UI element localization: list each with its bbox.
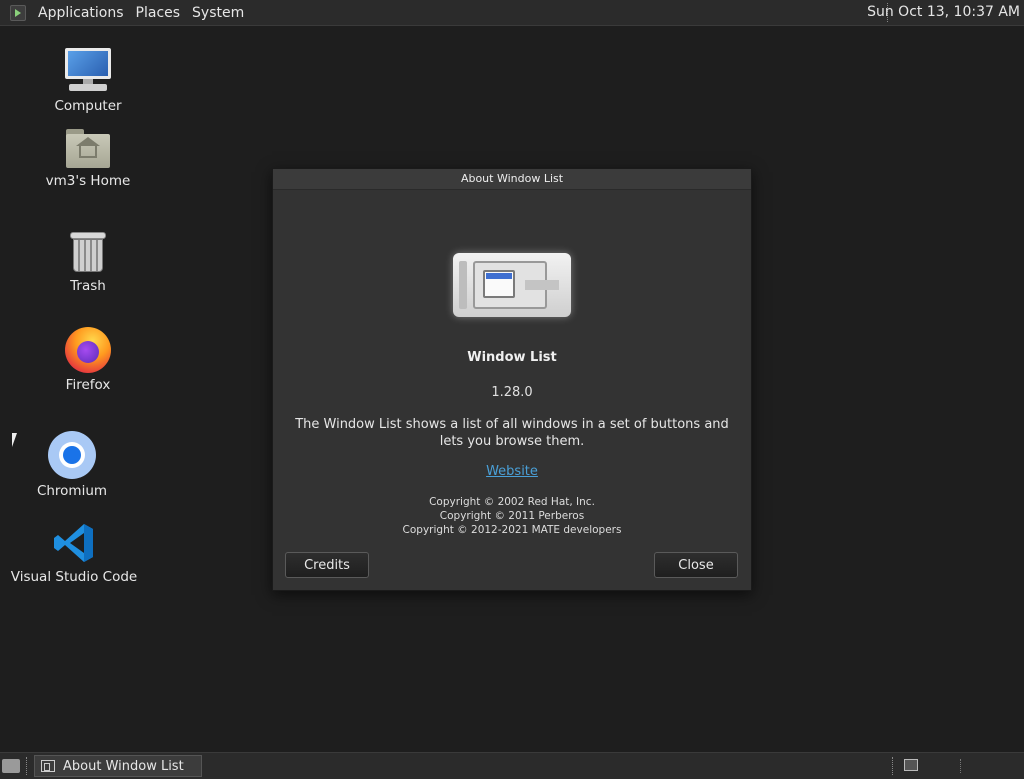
dialog-title[interactable]: About Window List — [273, 169, 751, 190]
program-name: Window List — [467, 350, 557, 365]
desktop-icon-label: Computer — [54, 98, 122, 114]
workspace-switcher[interactable] — [904, 759, 918, 771]
program-description: The Window List shows a list of all wind… — [295, 417, 729, 449]
show-desktop-icon[interactable] — [2, 759, 20, 773]
applications-menu[interactable]: Applications — [32, 5, 130, 21]
desktop-icon-label: Firefox — [65, 377, 111, 393]
desktop-icon-label: Trash — [70, 278, 106, 294]
computer-icon — [63, 46, 113, 94]
panel-separator — [26, 757, 27, 775]
home-folder-icon — [66, 129, 110, 169]
copyright-line: Copyright © 2002 Red Hat, Inc. — [429, 496, 595, 508]
desktop-icon-label: Visual Studio Code — [10, 569, 138, 585]
firefox-icon — [65, 327, 111, 373]
credits-button[interactable]: Credits — [285, 552, 369, 578]
desktop-icon-trash[interactable]: Trash — [58, 230, 118, 294]
window-list-icon — [41, 760, 55, 772]
panel-separator — [960, 759, 961, 773]
chromium-icon — [48, 431, 96, 479]
bottom-panel: About Window List — [0, 752, 1024, 779]
mouse-cursor-icon — [12, 433, 22, 447]
desktop-icon-home[interactable]: vm3's Home — [44, 129, 132, 189]
trash-icon — [70, 230, 106, 274]
taskbar-item-label: About Window List — [63, 758, 184, 774]
desktop-icon-label: vm3's Home — [45, 173, 131, 189]
desktop-icon-firefox[interactable]: Firefox — [58, 327, 118, 393]
panel-separator — [892, 757, 893, 775]
system-menu[interactable]: System — [186, 5, 250, 21]
copyright-block: Copyright © 2002 Red Hat, Inc. Copyright… — [273, 495, 751, 537]
vscode-icon — [52, 521, 96, 565]
website-link[interactable]: Website — [273, 464, 751, 479]
copyright-line: Copyright © 2012-2021 MATE developers — [402, 524, 622, 536]
copyright-line: Copyright © 2011 Perberos — [439, 510, 585, 522]
close-button[interactable]: Close — [654, 552, 738, 578]
desktop-icon-chromium[interactable]: Chromium — [34, 431, 110, 499]
clock[interactable]: Sun Oct 13, 10:37 AM — [867, 4, 1020, 20]
program-version: 1.28.0 — [491, 385, 533, 400]
desktop-icon-label: Chromium — [36, 483, 108, 499]
taskbar-item-about-window-list[interactable]: About Window List — [34, 755, 202, 777]
desktop-icon-computer[interactable]: Computer — [50, 46, 126, 114]
desktop-icon-vscode[interactable]: Visual Studio Code — [10, 521, 138, 585]
window-list-logo-icon — [453, 253, 571, 317]
places-menu[interactable]: Places — [130, 5, 187, 21]
top-panel: Applications Places System Sun Oct 13, 1… — [0, 0, 1024, 26]
mate-menu-icon[interactable] — [10, 4, 26, 21]
about-dialog: About Window List Window List 1.28.0 The… — [272, 168, 752, 591]
